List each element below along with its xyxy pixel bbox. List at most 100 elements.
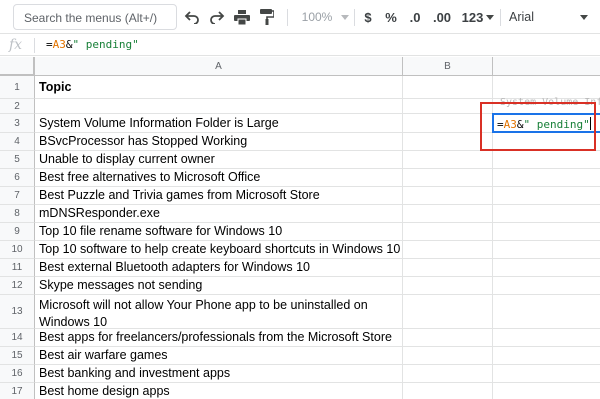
- row-header[interactable]: 4: [0, 133, 35, 151]
- row-header[interactable]: 16: [0, 365, 35, 383]
- cell-a[interactable]: Best external Bluetooth adapters for Win…: [35, 259, 403, 277]
- table-row: 16 Best banking and investment apps: [0, 365, 600, 383]
- formula-bar-separator: [34, 38, 35, 53]
- print-icon[interactable]: [232, 7, 252, 27]
- cell-c[interactable]: [493, 223, 600, 241]
- table-row: 8 mDNSResponder.exe: [0, 205, 600, 223]
- cell-c[interactable]: [493, 151, 600, 169]
- cell-c[interactable]: [493, 365, 600, 383]
- cell-b[interactable]: [403, 223, 493, 241]
- row-header[interactable]: 9: [0, 223, 35, 241]
- formula-input[interactable]: =A3&" pending": [46, 38, 139, 51]
- row-header[interactable]: 6: [0, 169, 35, 187]
- cell-b[interactable]: [403, 383, 493, 399]
- cell-a[interactable]: Top 10 software to help create keyboard …: [35, 241, 403, 259]
- toolbar: Search the menus (Alt+/) 100% $ % .0 .00…: [0, 0, 600, 34]
- row-header[interactable]: 3: [0, 114, 35, 133]
- row-header[interactable]: 8: [0, 205, 35, 223]
- table-row: 7 Best Puzzle and Trivia games from Micro…: [0, 187, 600, 205]
- cell-b[interactable]: [403, 151, 493, 169]
- cell-b[interactable]: [403, 169, 493, 187]
- cell-a[interactable]: Best banking and investment apps: [35, 365, 403, 383]
- cell-b[interactable]: [403, 365, 493, 383]
- column-header-a[interactable]: A: [35, 57, 403, 76]
- row-header[interactable]: 13: [0, 295, 35, 329]
- cell-a[interactable]: Top 10 file rename software for Windows …: [35, 223, 403, 241]
- cell-a[interactable]: Best free alternatives to Microsoft Offi…: [35, 169, 403, 187]
- increase-decimals-button[interactable]: .00: [430, 7, 454, 27]
- formula-cell-reference: A3: [52, 38, 66, 51]
- column-header-c[interactable]: [493, 57, 600, 76]
- row-header[interactable]: 15: [0, 347, 35, 365]
- cell-a[interactable]: Best apps for freelancers/professionals …: [35, 329, 403, 347]
- font-family-select[interactable]: Arial: [509, 7, 549, 27]
- more-formats-label: 123: [461, 9, 484, 25]
- cell-a[interactable]: Skype messages not sending: [35, 277, 403, 295]
- cell-a[interactable]: System Volume Information Folder is Larg…: [35, 114, 403, 133]
- fx-icon: fx: [9, 37, 23, 53]
- cell-b[interactable]: [403, 295, 493, 329]
- cell-c[interactable]: [493, 383, 600, 399]
- cell-a[interactable]: Unable to display current owner: [35, 151, 403, 169]
- row-header[interactable]: 17: [0, 383, 35, 399]
- decrease-decimals-button[interactable]: .0: [406, 7, 424, 27]
- font-family-chevron-down-icon[interactable]: [578, 7, 590, 27]
- cell-b[interactable]: [403, 259, 493, 277]
- cell-b[interactable]: [403, 241, 493, 259]
- row-header[interactable]: 12: [0, 277, 35, 295]
- currency-format-button[interactable]: $: [361, 7, 375, 27]
- annotation-highlight-box: [480, 102, 596, 151]
- table-row: 15 Best air warfare games: [0, 347, 600, 365]
- cell-c[interactable]: [493, 329, 600, 347]
- row-header[interactable]: 11: [0, 259, 35, 277]
- cell-a[interactable]: Best Puzzle and Trivia games from Micros…: [35, 187, 403, 205]
- cell-c[interactable]: [493, 295, 600, 329]
- row-header[interactable]: 2: [0, 99, 35, 114]
- cell-a[interactable]: BSvcProcessor has Stopped Working: [35, 133, 403, 151]
- row-header[interactable]: 10: [0, 241, 35, 259]
- chevron-down-icon: [486, 14, 495, 20]
- cell-c[interactable]: [493, 241, 600, 259]
- toolbar-separator: [500, 9, 501, 26]
- row-header[interactable]: 5: [0, 151, 35, 169]
- select-all-corner[interactable]: [0, 57, 35, 76]
- table-row: 9 Top 10 file rename software for Windows…: [0, 223, 600, 241]
- cell-c[interactable]: [493, 205, 600, 223]
- cell-b[interactable]: [403, 205, 493, 223]
- table-row: 13 Microsoft will not allow Your Phone ap…: [0, 295, 600, 329]
- formula-prefix: =: [46, 38, 53, 51]
- row-header[interactable]: 1: [0, 76, 35, 99]
- column-header-b[interactable]: B: [403, 57, 493, 76]
- cell-c[interactable]: [493, 259, 600, 277]
- formula-operator: &: [65, 38, 73, 51]
- toolbar-separator: [354, 9, 355, 26]
- cell-b[interactable]: [403, 187, 493, 205]
- zoom-select[interactable]: 100%: [297, 7, 337, 27]
- table-row: 11 Best external Bluetooth adapters for W…: [0, 259, 600, 277]
- row-header[interactable]: 14: [0, 329, 35, 347]
- cell-c[interactable]: [493, 169, 600, 187]
- table-row: 1 Topic: [0, 76, 600, 99]
- formula-string: " pending": [72, 38, 139, 51]
- cell-b[interactable]: [403, 277, 493, 295]
- paint-format-icon[interactable]: [257, 7, 277, 27]
- percent-format-button[interactable]: %: [384, 7, 398, 27]
- cell-a[interactable]: Best air warfare games: [35, 347, 403, 365]
- redo-icon[interactable]: [207, 7, 227, 27]
- cell-b[interactable]: [403, 76, 493, 99]
- cell-b[interactable]: [403, 329, 493, 347]
- cell-a[interactable]: [35, 99, 403, 114]
- more-formats-button[interactable]: 123: [458, 7, 498, 27]
- menu-search-input[interactable]: Search the menus (Alt+/): [13, 4, 177, 30]
- undo-icon[interactable]: [182, 7, 202, 27]
- cell-c[interactable]: [493, 277, 600, 295]
- cell-a[interactable]: Topic: [35, 76, 403, 99]
- cell-a[interactable]: mDNSResponder.exe: [35, 205, 403, 223]
- cell-a[interactable]: Microsoft will not allow Your Phone app …: [35, 295, 403, 329]
- cell-a[interactable]: Best home design apps: [35, 383, 403, 399]
- cell-b[interactable]: [403, 347, 493, 365]
- cell-c[interactable]: [493, 187, 600, 205]
- row-header[interactable]: 7: [0, 187, 35, 205]
- cell-c[interactable]: [493, 347, 600, 365]
- cell-c[interactable]: [493, 76, 600, 99]
